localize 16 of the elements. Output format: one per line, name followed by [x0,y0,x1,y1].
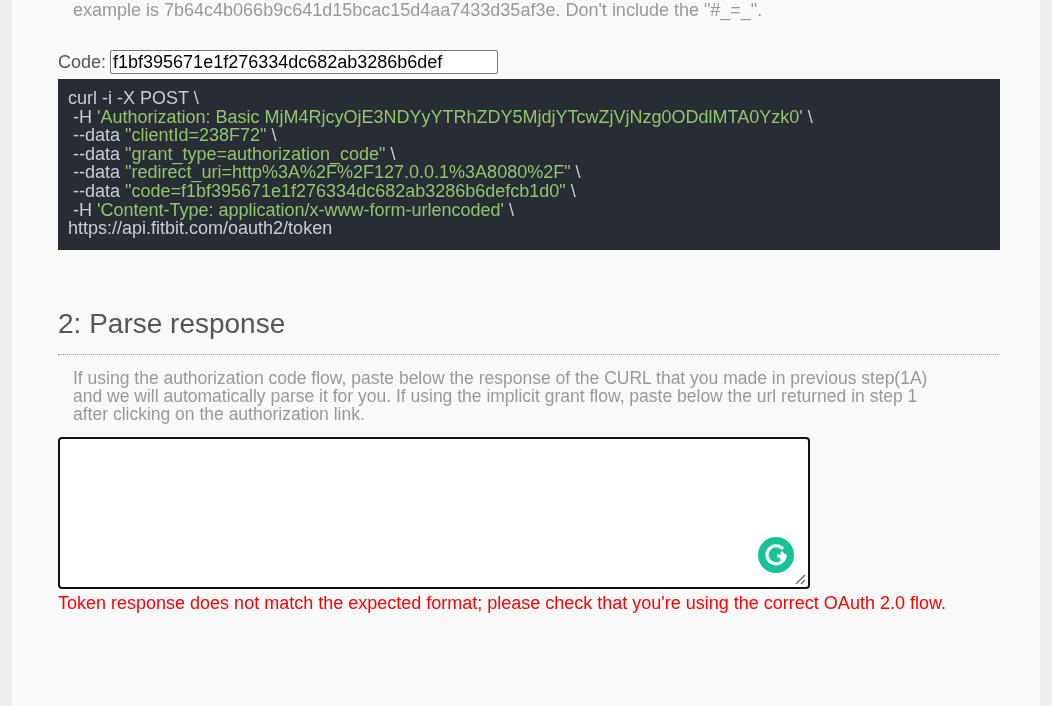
code-line: --data "code=f1bf395671e1f276334dc682ab3286b6defcb1d0" \ [72,181,577,201]
instruction-text: example is 7b64c4b066b9c641d15bcac15d4aa7433d35af3e. Don't include the "#_=_". [72,0,764,20]
code-label: Code: [58,51,107,73]
code-line: --data "grant_type=authorization_code" \ [72,144,396,164]
code-input[interactable]: f1bf395671e1f276334dc682ab3286b6def [110,50,499,74]
response-text-area[interactable] [58,436,810,589]
error-message: Token response does not match the expected format; please check that you're using the correct OAuth 2.0 flow. [58,592,947,613]
section-description: If using the authorization code flow, paste below the response of the CURL that you made in previous step(1A) and we will automatically parse it for you. If using the implicit grant flow, paste below the url returned in step 1 after clicking on the authorization link. [72,368,929,423]
resize-grip-icon[interactable] [794,572,806,585]
code-line: -H 'Authorization: Basic MjM4RjcyOjE3NDYyYTRhZDY5MjdjYTcwZjVjNzg0ODdlMTA0Yzk0' \ [72,107,814,127]
code-line: curl -i -X POST \ [68,89,200,108]
section-heading: 2: Parse response [58,307,1000,355]
code-line: --data "redirect_uri=http%3A%2F%2F127.0.0.1%3A8080%2F" \ [72,163,582,182]
code-line: https://api.fitbit.com/oauth2/token [68,219,333,238]
code-line: --data "clientId=238F72" \ [72,126,277,145]
code-line: -H 'Content-Type: application/x-www-form-urlencoded' \ [72,200,516,220]
